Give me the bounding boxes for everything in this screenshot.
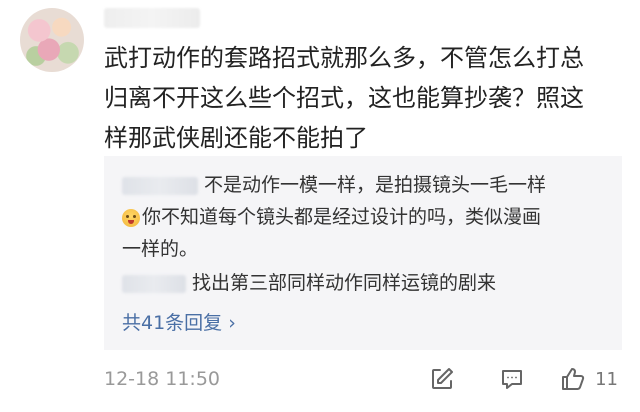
avatar[interactable] <box>20 8 84 72</box>
more-replies-link[interactable]: 共41条回复 › <box>122 308 236 338</box>
reply-box: 不是动作一模一样，是拍摄镜头一毛一样 你不知道每个镜头都是经过设计的吗，类似漫画… <box>104 156 622 350</box>
share-button[interactable] <box>429 366 455 392</box>
share-icon <box>432 368 454 389</box>
like-count: 11 <box>595 368 618 390</box>
more-replies-label: 共41条回复 <box>122 312 223 334</box>
reply-text: 一样的。 <box>122 238 199 260</box>
comment-timestamp: 12-18 11:50 <box>104 368 221 390</box>
reply-text: 你不知道每个镜头都是经过设计的吗，类似漫画 <box>142 206 542 228</box>
reply-text: 找出第三部同样动作同样运镜的剧来 <box>192 272 497 294</box>
chevron-right-icon: › <box>228 312 236 334</box>
reply-item: 你不知道每个镜头都是经过设计的吗，类似漫画 <box>122 202 610 232</box>
comment-text: 武打动作的套路招式就那么多，不管怎么打总 归离不开这么些个招式，这也能算抄袭？照… <box>104 44 584 152</box>
reply-username-blurred[interactable] <box>122 274 186 293</box>
like-icon <box>562 368 585 390</box>
comment-icon <box>502 370 523 389</box>
reply-username-blurred[interactable] <box>122 176 198 195</box>
reply-text: 不是动作一模一样，是拍摄镜头一毛一样 <box>204 174 547 196</box>
emoji-icon <box>122 208 140 227</box>
like-button[interactable]: 11 <box>559 365 618 393</box>
username-blurred[interactable] <box>104 8 200 28</box>
comment-actions: 11 <box>429 364 618 394</box>
reply-item-continued: 一样的。 <box>122 234 610 264</box>
reply-item: 不是动作一模一样，是拍摄镜头一毛一样 <box>122 170 610 200</box>
reply-item: 找出第三部同样动作同样运镜的剧来 <box>122 268 610 298</box>
reply-button[interactable] <box>499 366 525 392</box>
